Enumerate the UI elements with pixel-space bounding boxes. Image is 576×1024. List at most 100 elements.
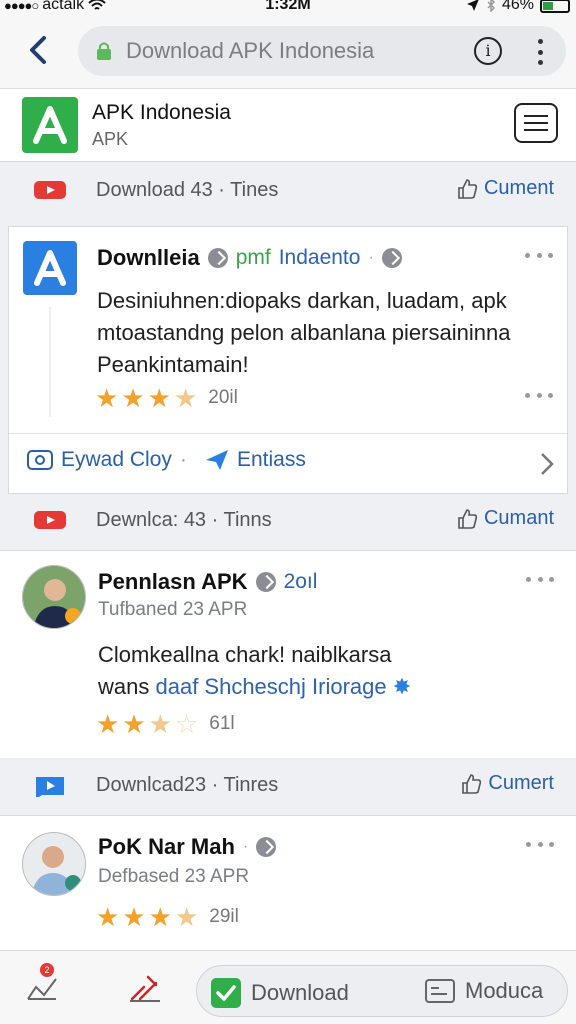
comment-label: Cumant <box>483 507 554 529</box>
browser-toolbar: Download APK Indonesia i <box>0 16 576 88</box>
star-rating[interactable]: ★ ★ ★ ★ 20il <box>95 385 238 411</box>
site-header: APK Indonesia APK <box>0 88 576 162</box>
desc-link[interactable]: daaf Shcheschj Iriorage <box>155 674 386 699</box>
battery-icon <box>540 0 570 13</box>
post-meta[interactable]: 2oıl <box>284 570 318 594</box>
comment-button[interactable]: Cumant <box>456 507 554 530</box>
post-tag[interactable]: pmf <box>236 246 271 270</box>
youtube-icon <box>34 511 66 529</box>
comment-label: Cumert <box>488 772 554 794</box>
bottom-bar: 2 Download Moduca <box>0 950 576 1024</box>
comment-button[interactable]: Cumert <box>460 772 554 795</box>
post-date: Defbased 23 APR <box>98 866 250 887</box>
star-icon: ★ <box>147 383 171 413</box>
star-icon: ★ <box>122 709 146 739</box>
desc-text: wans <box>98 674 156 699</box>
battery-percent: 46% <box>501 0 534 13</box>
sparkle-icon: ✸ <box>392 674 412 699</box>
star-empty-icon: ☆ <box>174 709 199 739</box>
comment-button[interactable]: Cument <box>456 177 554 200</box>
send-action[interactable]: Entiass <box>205 448 306 472</box>
star-icon: ★ <box>121 383 145 413</box>
at-sign-icon <box>27 450 53 470</box>
rating-count: 29il <box>209 906 239 927</box>
post-description: Desiniuhnen:diopaks darkan, luadam, apk … <box>97 285 510 381</box>
post-item[interactable]: PoK Nar Mah · Defbased 23 APR ★ ★ ★ ★ 29… <box>0 815 576 951</box>
desc-line: Desiniuhnen:diopaks darkan, luadam, apk <box>97 288 507 313</box>
chevron-right-icon[interactable] <box>539 452 555 476</box>
url-text[interactable]: Download APK Indonesia <box>126 38 374 64</box>
separator-dot: · <box>368 249 374 266</box>
comment-label: Cument <box>483 177 554 199</box>
star-rating[interactable]: ★ ★ ★ ☆ 61l <box>96 711 235 737</box>
address-bar[interactable]: Download APK Indonesia i <box>78 26 566 76</box>
section-label: Download 43 · Tines <box>96 179 279 201</box>
modify-button[interactable]: Moduca <box>425 978 543 1004</box>
notification-badge: 2 <box>40 963 54 977</box>
notifications-button[interactable]: 2 <box>24 963 62 1007</box>
modify-label: Moduca <box>465 978 544 1003</box>
action-label: Eywad Cloy <box>61 448 172 471</box>
section-header: Dewnlca: 43 · Tinns Cumant <box>0 494 576 550</box>
post-description: Clomkeallna chark! naiblkarsa wans daaf … <box>98 639 411 703</box>
status-right: 46% <box>466 0 570 14</box>
more-vertical-icon[interactable] <box>530 37 550 67</box>
send-icon <box>206 450 228 470</box>
lock-icon <box>97 42 111 60</box>
post-card[interactable]: Downlleia pmf Indaento · Desiniuhnen:dio… <box>8 226 568 494</box>
section-header: Download 43 · Tines Cument <box>0 164 576 220</box>
rating-count: 20il <box>208 387 238 408</box>
more-horizontal-icon[interactable] <box>525 253 553 261</box>
download-button[interactable]: Download <box>211 978 349 1008</box>
section-header: Downlcad23 · Tinres Cumert <box>0 759 576 815</box>
back-chevron-icon[interactable] <box>22 32 56 68</box>
verified-icon <box>256 837 277 857</box>
post-title-row: Pennlasn APK 2oıl <box>98 569 317 595</box>
post-title[interactable]: Pennlasn APK <box>98 569 248 595</box>
post-title-row: Downlleia pmf Indaento · <box>97 245 402 271</box>
star-half-icon: ★ <box>148 709 172 739</box>
post-actions: Eywad Cloy · Entiass <box>9 433 567 493</box>
desc-line: Peankintamain! <box>97 352 249 377</box>
share-icon[interactable] <box>381 248 402 268</box>
more-horizontal-icon[interactable] <box>526 842 554 850</box>
star-half-icon: ★ <box>173 383 198 413</box>
avatar[interactable] <box>22 565 86 629</box>
desc-line: mtoastandng pelon albanlana piersaininna <box>97 320 511 345</box>
star-icon: ★ <box>96 709 120 739</box>
location-icon <box>466 0 479 11</box>
post-item[interactable]: Pennlasn APK 2oıl Tufbaned 23 APR Clomke… <box>0 550 576 758</box>
mention-action[interactable]: Eywad Cloy · <box>27 448 187 472</box>
desc-line: wans daaf Shcheschj Iriorage ✸ <box>98 671 411 703</box>
desc-line: Clomkeallna chark! naiblkarsa <box>98 642 392 667</box>
youtube-icon <box>34 181 66 199</box>
section-label: Dewnlca: 43 · Tinns <box>96 509 272 531</box>
app-store-logo-icon[interactable] <box>22 97 78 153</box>
thumbs-up-icon <box>458 178 478 199</box>
star-half-icon: ★ <box>174 902 199 932</box>
star-icon: ★ <box>96 902 120 932</box>
star-icon: ★ <box>122 902 146 932</box>
site-name[interactable]: APK Indonesia <box>92 101 231 125</box>
action-pill: Download Moduca <box>196 965 568 1017</box>
separator-dot: · <box>179 448 187 471</box>
post-title[interactable]: PoK Nar Mah <box>98 834 235 860</box>
avatar[interactable] <box>22 832 86 896</box>
post-title[interactable]: Downlleia <box>97 245 200 271</box>
video-icon <box>36 777 64 797</box>
menu-icon[interactable] <box>514 103 558 143</box>
more-horizontal-icon[interactable] <box>525 393 553 401</box>
check-icon <box>211 978 241 1008</box>
post-title-row: PoK Nar Mah · <box>98 834 277 860</box>
download-label: Download <box>251 980 349 1005</box>
star-icon: ★ <box>148 902 172 932</box>
rating-count: 61l <box>209 713 235 734</box>
app-store-icon[interactable] <box>23 241 77 295</box>
thumbs-up-icon <box>462 773 482 794</box>
more-horizontal-icon[interactable] <box>526 577 554 585</box>
status-bar: ●●●●○ actalk 1:32M 46% <box>0 0 576 16</box>
post-category[interactable]: Indaento <box>279 246 361 270</box>
star-rating[interactable]: ★ ★ ★ ★ 29il <box>96 904 239 930</box>
info-icon[interactable]: i <box>474 37 502 65</box>
tools-button[interactable] <box>126 969 164 1007</box>
